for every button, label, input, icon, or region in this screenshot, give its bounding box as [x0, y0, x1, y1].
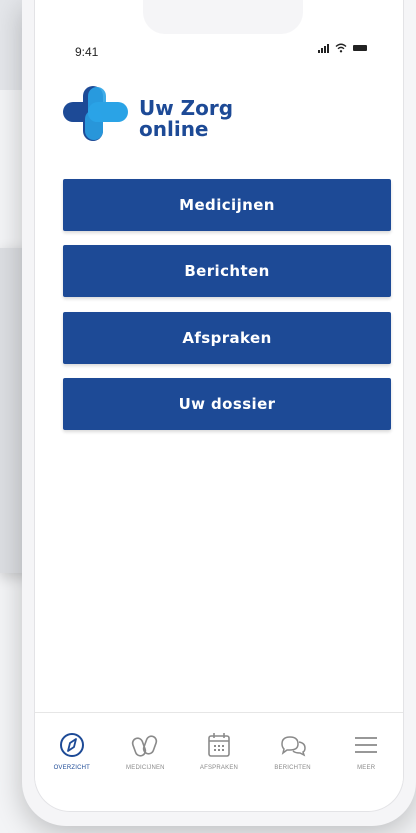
- phone-notch: [143, 0, 303, 34]
- uw-dossier-button[interactable]: Uw dossier: [63, 378, 391, 430]
- tab-overzicht[interactable]: OVERZICHT: [39, 731, 105, 771]
- medicijnen-button[interactable]: Medicijnen: [63, 179, 391, 231]
- brand-name-line1: Uw Zorg: [139, 96, 234, 120]
- tab-medicijnen[interactable]: MEDICIJNEN: [112, 731, 178, 771]
- tab-berichten[interactable]: BERICHTEN: [260, 731, 326, 771]
- compass-icon: [59, 733, 84, 757]
- app-screen: 9:41 Uw Zorg online Medicijnen Berichten: [34, 0, 404, 812]
- wifi-icon: [335, 43, 347, 53]
- status-time: 9:41: [75, 45, 99, 59]
- tab-meer-label: MEER: [357, 765, 376, 771]
- tab-afspraken[interactable]: AFSPRAKEN: [186, 731, 252, 771]
- calendar-icon: [208, 733, 230, 757]
- berichten-button[interactable]: Berichten: [63, 245, 391, 297]
- phone-frame: 9:41 Uw Zorg online Medicijnen Berichten: [22, 0, 416, 826]
- tab-afspraken-label: AFSPRAKEN: [199, 765, 239, 771]
- tab-medicijnen-label: MEDICIJNEN: [126, 765, 165, 771]
- hamburger-menu-icon: [355, 737, 378, 753]
- afspraken-button[interactable]: Afspraken: [63, 312, 391, 364]
- signal-icon: [318, 43, 329, 53]
- status-icons: [318, 43, 367, 53]
- brand-name-line2: online: [139, 117, 209, 141]
- chat-icon: [280, 736, 306, 757]
- battery-icon: [353, 45, 367, 51]
- pills-icon: [132, 735, 158, 757]
- tab-berichten-label: BERICHTEN: [274, 765, 311, 771]
- brand-logo-icon: [63, 86, 128, 141]
- tab-meer[interactable]: MEER: [333, 731, 399, 771]
- brand-name: Uw Zorg online: [139, 98, 233, 140]
- bottom-tab-bar: OVERZICHT MEDICIJNEN AFSPRAKEN BERICHTEN…: [35, 712, 403, 784]
- tab-overzicht-label: OVERZICHT: [53, 765, 91, 771]
